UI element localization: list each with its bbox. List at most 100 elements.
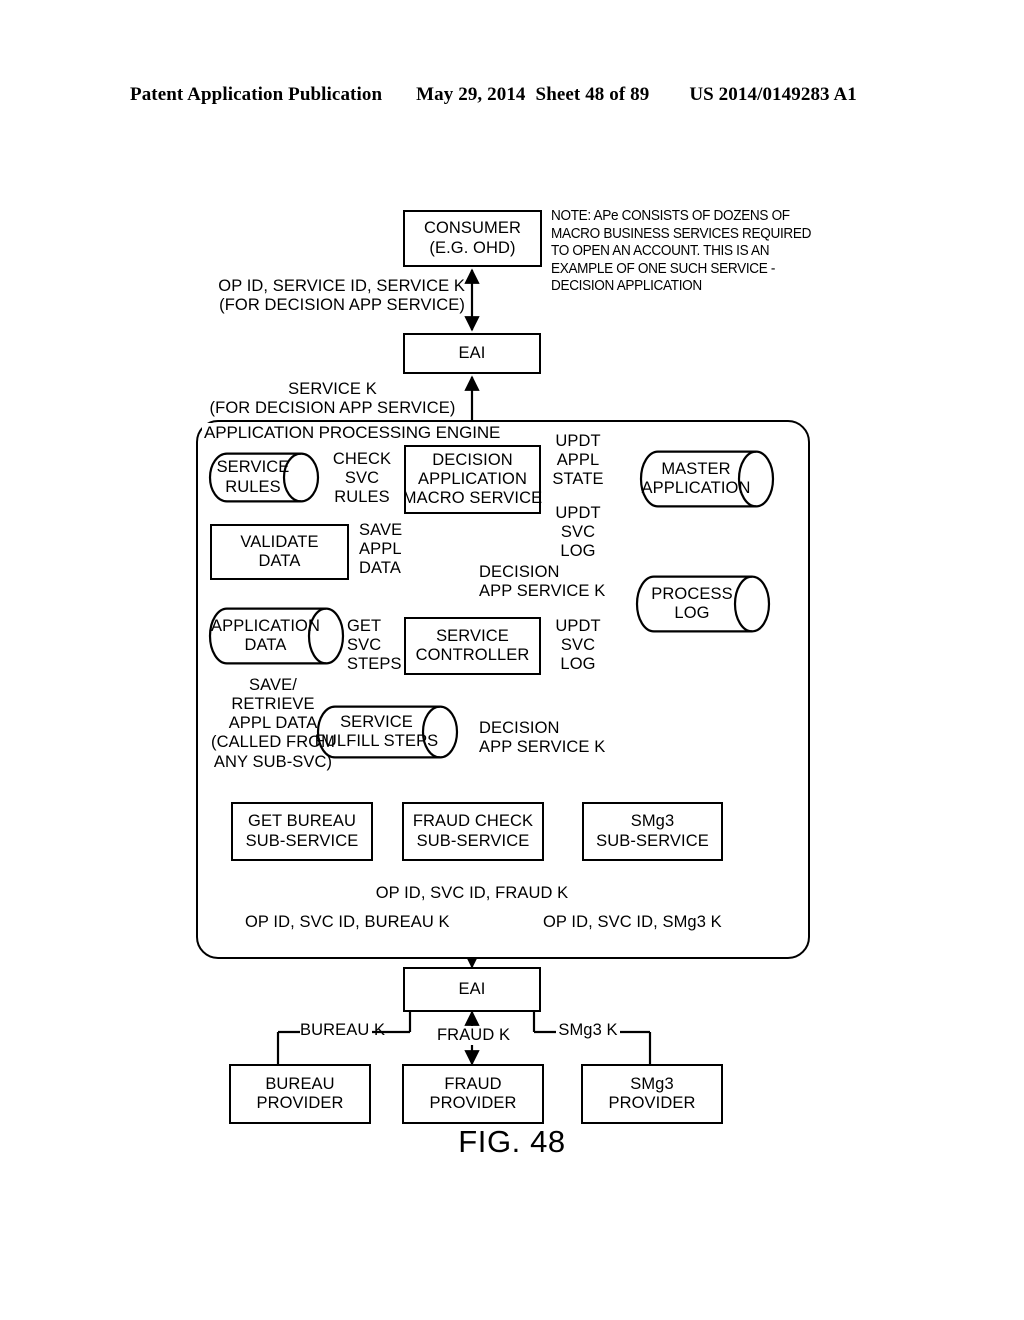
edge-label-save-retrieve-appl-data: SAVE/ RETRIEVE APPL DATA (CALLED FROM AN… [190, 676, 356, 772]
edge-label-line3: RULES [334, 488, 390, 507]
edge-label-updt-svc-log-lower: UPDT SVC LOG [549, 617, 607, 674]
service-rules-line1: SERVICE [216, 458, 290, 477]
get-bureau-sub-line2: SUB-SERVICE [245, 831, 359, 850]
edge-label-line4: (CALLED FROM [210, 733, 336, 752]
bureau-provider-box[interactable]: BUREAU PROVIDER [229, 1064, 371, 1124]
edge-label-save-appl-data: SAVE APPL DATA [359, 521, 421, 578]
edge-label-line1: UPDT [555, 504, 601, 522]
edge-label-line1: SERVICE K [288, 380, 377, 398]
eai-bottom-label: EAI [458, 979, 486, 998]
note-line-5: DECISION APPLICATION [551, 278, 702, 294]
edge-label-line1: SAVE [359, 521, 403, 539]
service-controller-line1: SERVICE [436, 626, 509, 645]
edge-label-line2: RETRIEVE [231, 695, 315, 714]
edge-label-line3: APPL DATA [228, 714, 318, 733]
note-line-2: MACRO BUSINESS SERVICES REQUIRED [551, 225, 812, 242]
service-rules-label: SERVICE RULES [208, 452, 320, 503]
service-controller-line2: CONTROLLER [415, 646, 530, 664]
edge-label-line1: GET [347, 617, 382, 635]
eai-bottom-box[interactable]: EAI [403, 967, 541, 1012]
edge-label-line2: APP SERVICE K [479, 582, 606, 601]
fraud-provider-box[interactable]: FRAUD PROVIDER [402, 1064, 544, 1124]
edge-label-line2: SVC [560, 636, 596, 655]
edge-label-fraud-k: FRAUD K [437, 1026, 511, 1046]
smg3-sub-line2: SUB-SERVICE [596, 831, 709, 850]
edge-label-service-k-for-decision: SERVICE K (FOR DECISION APP SERVICE) [200, 380, 465, 418]
fraud-provider-line1: FRAUD [444, 1074, 502, 1093]
edge-label-bureau-k: BUREAU K [300, 1021, 386, 1041]
smg3-provider-line1: SMg3 [630, 1074, 674, 1093]
edge-label-line1: SAVE/ [249, 676, 297, 694]
smg3-sub-service-box[interactable]: SMg3 SUB-SERVICE [582, 802, 723, 861]
process-log-datastore[interactable]: PROCESS LOG [635, 575, 771, 633]
edge-label-updt-svc-log-upper: UPDT SVC LOG [549, 504, 607, 561]
application-data-label: APPLICATION DATA [208, 607, 345, 665]
edge-label-line3: DATA [359, 559, 401, 578]
consumer-label-line2: (E.G. OHD) [429, 238, 516, 257]
get-bureau-sub-service-box[interactable]: GET BUREAU SUB-SERVICE [231, 802, 373, 861]
application-processing-engine-title: APPLICATION PROCESSING ENGINE [202, 423, 503, 443]
edge-label-updt-appl-state: UPDT APPL STATE [547, 432, 609, 489]
process-log-label: PROCESS LOG [635, 575, 771, 633]
validate-data-line2: DATA [258, 552, 301, 570]
edge-label-line1: DECISION [479, 563, 560, 581]
edge-label-line2: SVC [347, 636, 382, 655]
service-rules-datastore[interactable]: SERVICE RULES [208, 452, 320, 503]
fraud-check-sub-line2: SUB-SERVICE [416, 831, 530, 850]
figure-caption: FIG. 48 [458, 1124, 566, 1159]
note-line-3: TO OPEN AN ACCOUNT. THIS IS AN [551, 243, 770, 259]
fraud-check-sub-line1: FRAUD CHECK [412, 812, 534, 831]
edge-label-op-id-service-id-service-k: OP ID, SERVICE ID, SERVICE K (FOR DECISI… [195, 277, 465, 315]
edge-label-op-id-svc-id-smg3-k: OP ID, SVC ID, SMg3 K [543, 913, 733, 933]
application-data-datastore[interactable]: APPLICATION DATA [208, 607, 345, 665]
edge-label-line1: OP ID, SERVICE ID, SERVICE K [218, 277, 465, 295]
application-data-line2: DATA [244, 636, 287, 654]
edge-label-line2: (FOR DECISION APP SERVICE) [209, 399, 456, 418]
master-application-line2: APPLICATION [641, 479, 751, 497]
edge-label-line2: SVC [560, 523, 596, 542]
edge-label-line1: UPDT [555, 617, 601, 635]
edge-label-decision-app-service-k-low: DECISION APP SERVICE K [479, 719, 609, 757]
validate-data-line1: VALIDATE [240, 532, 319, 551]
edge-label-op-id-svc-id-fraud-k: OP ID, SVC ID, FRAUD K [372, 884, 572, 904]
fraud-check-sub-service-box[interactable]: FRAUD CHECK SUB-SERVICE [402, 802, 544, 861]
decision-macro-line1: DECISION [432, 450, 513, 469]
process-log-line1: PROCESS [651, 584, 733, 603]
edge-label-line3: STATE [552, 470, 604, 489]
edge-label-line2: SVC [344, 469, 380, 488]
note-block: NOTE: APe CONSISTS OF DOZENS OF MACRO BU… [551, 208, 812, 296]
eai-top-box[interactable]: EAI [403, 333, 541, 374]
master-application-datastore[interactable]: MASTER APPLICATION [639, 450, 775, 508]
edge-label-get-svc-steps: GET SVC STEPS [347, 617, 405, 674]
edge-label-line2: APPL [359, 540, 402, 559]
fraud-provider-line2: PROVIDER [429, 1094, 517, 1112]
service-rules-line2: RULES [225, 477, 281, 496]
consumer-box[interactable]: CONSUMER (E.G. OHD) [403, 210, 542, 267]
edge-label-line2: (FOR DECISION APP SERVICE) [219, 296, 465, 315]
edge-label-line2: APP SERVICE K [479, 738, 606, 757]
master-application-line1: MASTER [661, 459, 731, 478]
smg3-provider-box[interactable]: SMg3 PROVIDER [581, 1064, 723, 1124]
get-bureau-sub-line1: GET BUREAU [248, 812, 356, 831]
edge-label-line5: ANY SUB-SVC) [213, 752, 333, 771]
decision-application-macro-service-box[interactable]: DECISION APPLICATION MACRO SERVICE [402, 445, 543, 514]
smg3-provider-line2: PROVIDER [608, 1094, 696, 1112]
edge-label-line1: DECISION [479, 719, 560, 737]
master-application-label: MASTER APPLICATION [639, 450, 775, 508]
edge-label-decision-app-service-k-mid: DECISION APP SERVICE K [479, 563, 609, 601]
figure-48-diagram: APPLICATION PROCESSING ENGINE NOTE: APe … [0, 0, 1024, 1320]
bureau-provider-line2: PROVIDER [256, 1094, 344, 1112]
edge-label-check-svc-rules: CHECK SVC RULES [326, 450, 398, 507]
decision-macro-line3: MACRO SERVICE [402, 489, 543, 508]
note-line-1: NOTE: APe CONSISTS OF DOZENS OF [551, 208, 790, 224]
consumer-label-line1: CONSUMER [423, 219, 522, 238]
smg3-sub-line1: SMg3 [630, 812, 675, 831]
edge-label-line3: STEPS [347, 655, 402, 674]
validate-data-box[interactable]: VALIDATE DATA [210, 524, 349, 580]
service-controller-box[interactable]: SERVICE CONTROLLER [404, 617, 541, 675]
bureau-provider-line1: BUREAU [265, 1074, 335, 1093]
application-data-line1: APPLICATION [211, 616, 320, 635]
edge-label-op-id-svc-id-bureau-k: OP ID, SVC ID, BUREAU K [245, 913, 450, 933]
edge-label-line3: LOG [560, 655, 596, 674]
decision-macro-line2: APPLICATION [418, 469, 527, 488]
